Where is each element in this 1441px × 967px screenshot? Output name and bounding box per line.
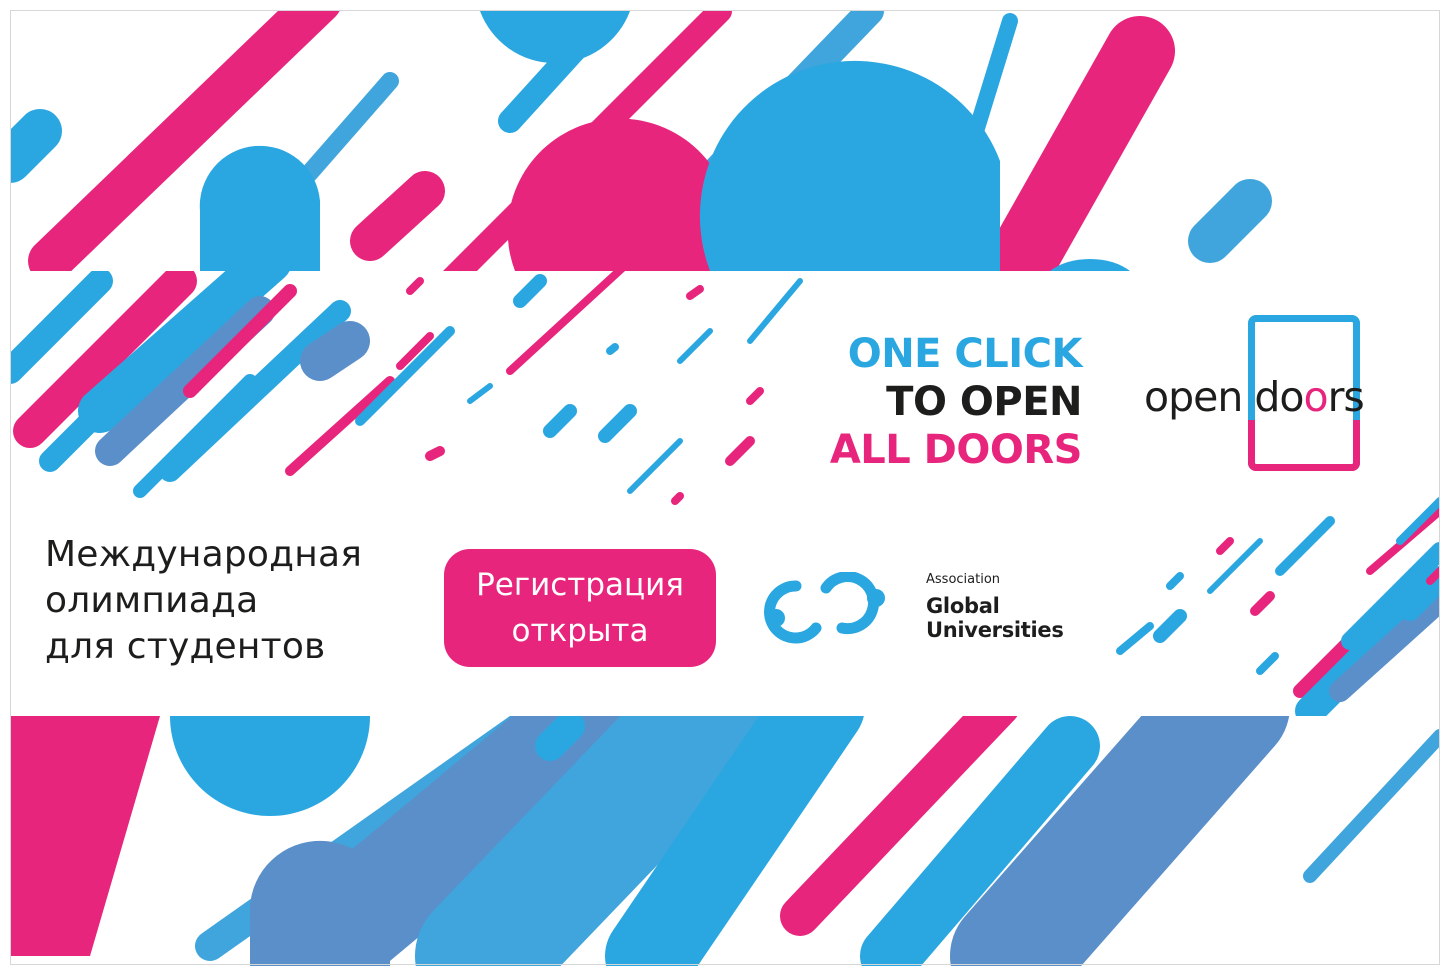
universities-label: Universities bbox=[926, 618, 1064, 642]
headline-line-3: для студентов bbox=[45, 626, 326, 667]
headline-line-1: Международная bbox=[45, 534, 363, 575]
global-universities-logo: Association Global Universities bbox=[756, 572, 1086, 652]
open-doors-logo: open doors bbox=[1140, 315, 1410, 475]
headline: Международная олимпиада для студентов bbox=[45, 532, 362, 670]
slogan-line-3: ALL DOORS bbox=[829, 427, 1083, 473]
bottom-decoration bbox=[10, 716, 1440, 966]
open-doors-wordmark: open doors bbox=[1144, 373, 1365, 421]
registration-button-line-2: открыта bbox=[511, 613, 649, 649]
banner-page: ONE CLICK TO OPEN ALL DOORS open doors М… bbox=[0, 0, 1441, 967]
slogan-line-1: ONE CLICK bbox=[847, 331, 1083, 377]
headline-line-2: олимпиада bbox=[45, 580, 259, 621]
global-label: Global bbox=[926, 594, 1000, 618]
slogan: ONE CLICK TO OPEN ALL DOORS bbox=[780, 330, 1083, 474]
slogan-line-2: TO OPEN bbox=[886, 379, 1082, 425]
linked-circles-icon bbox=[764, 572, 885, 644]
bottom-decoration-graphic bbox=[10, 716, 1440, 966]
registration-button[interactable]: Регистрация открыта bbox=[444, 549, 716, 667]
association-label: Association bbox=[926, 572, 1001, 587]
registration-button-line-1: Регистрация bbox=[476, 567, 684, 603]
top-decoration-graphic bbox=[10, 11, 1272, 271]
top-decoration bbox=[10, 11, 1440, 271]
